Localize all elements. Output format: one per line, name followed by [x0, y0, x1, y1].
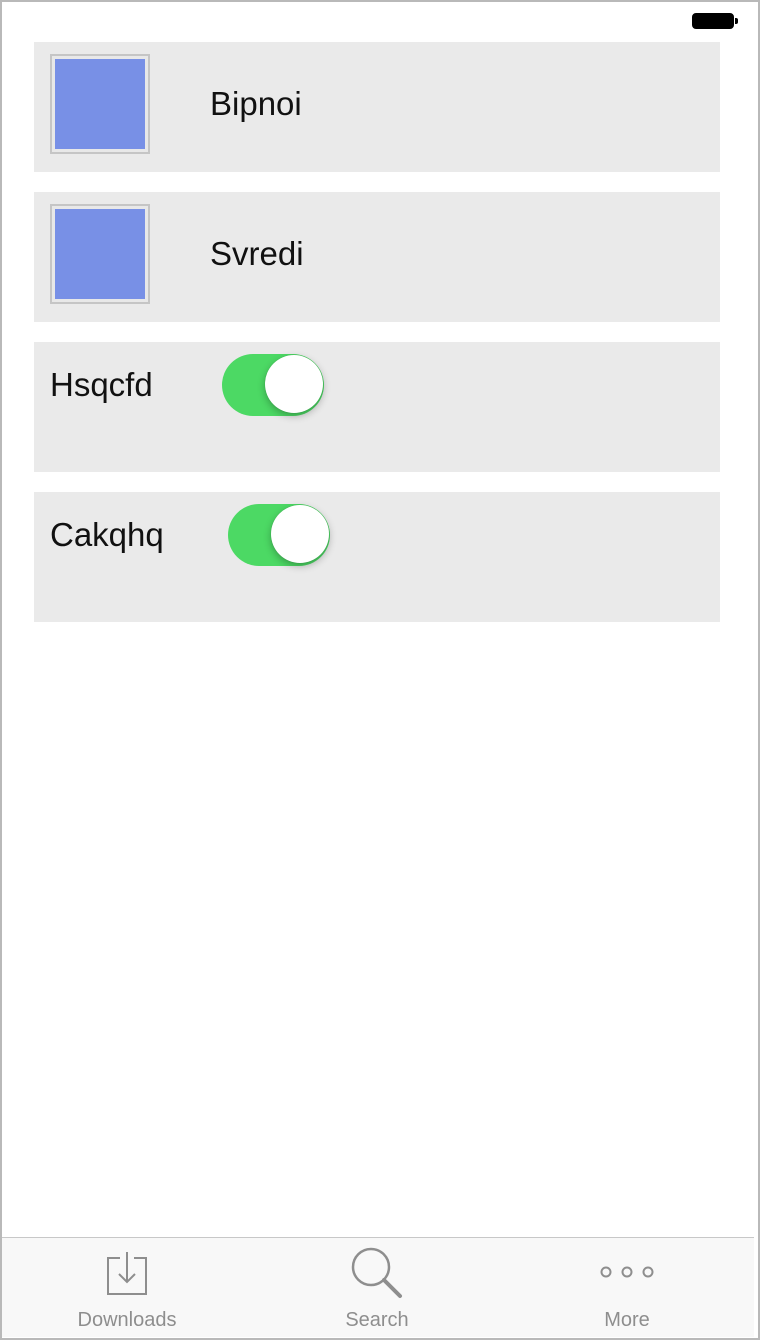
toggle-knob	[271, 505, 329, 563]
list-item-image[interactable]: Bipnoi	[34, 42, 720, 172]
toggle-switch[interactable]	[228, 504, 330, 566]
more-icon	[600, 1266, 654, 1278]
tab-label: Downloads	[77, 1309, 177, 1331]
tab-more[interactable]: More	[502, 1238, 752, 1337]
toggle-knob	[265, 355, 323, 413]
image-thumbnail	[50, 204, 150, 304]
image-thumbnail	[50, 54, 150, 154]
tab-label: Search	[345, 1309, 409, 1331]
tab-label: More	[604, 1309, 650, 1331]
list-item-label: Svredi	[210, 235, 304, 272]
battery-full-icon	[692, 13, 738, 29]
toggle-switch[interactable]	[222, 354, 324, 416]
toggle-label: Hsqcfd	[50, 366, 153, 403]
toggle-label: Cakqhq	[50, 516, 164, 553]
list-item-image[interactable]: Svredi	[34, 192, 720, 322]
tab-downloads[interactable]: Downloads	[2, 1238, 252, 1337]
list-item-label: Bipnoi	[210, 85, 302, 122]
list-item-toggle: Cakqhq	[34, 492, 720, 622]
search-icon	[351, 1247, 402, 1298]
downloads-icon	[107, 1252, 147, 1295]
tab-search[interactable]: Search	[252, 1238, 502, 1337]
list-item-toggle: Hsqcfd	[34, 342, 720, 472]
tab-bar: Downloads Search More	[2, 1237, 754, 1337]
